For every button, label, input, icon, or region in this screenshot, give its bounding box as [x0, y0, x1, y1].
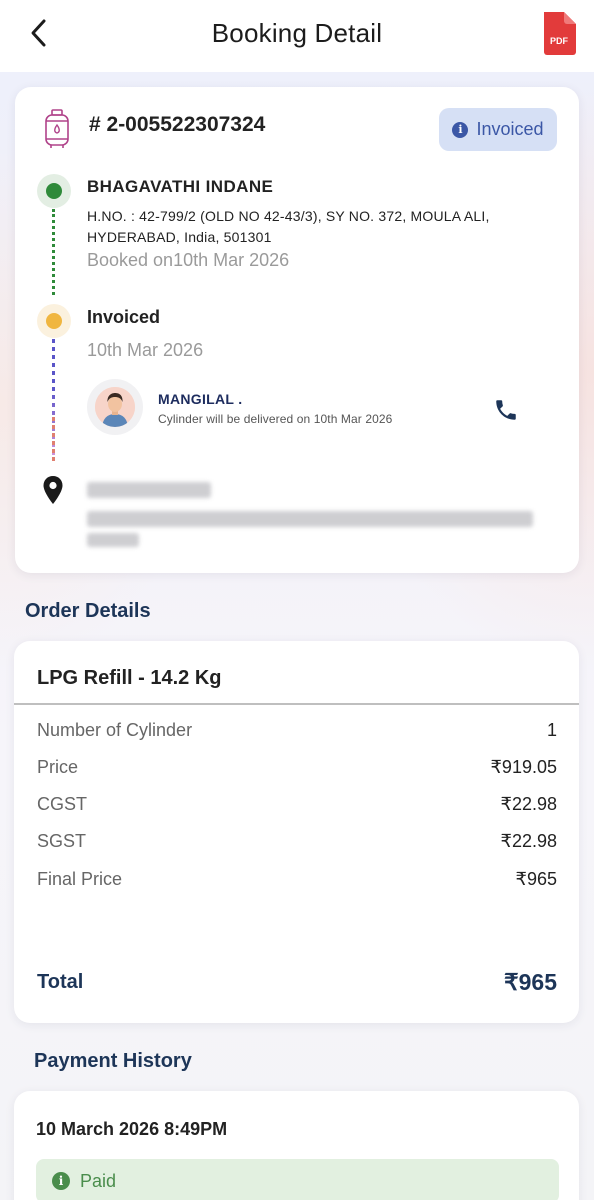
product-name: LPG Refill - 14.2 Kg — [37, 667, 222, 689]
total-value: ₹965 — [503, 969, 557, 995]
redacted-customer-name — [87, 482, 211, 498]
pdf-label: PDF — [550, 36, 569, 46]
row-label-final-price: Final Price — [37, 869, 123, 889]
payment-date: 10 March 2026 8:49PM — [36, 1119, 228, 1139]
booking-id: # 2-005522307324 — [89, 113, 266, 136]
row-label-price: Price — [37, 757, 79, 777]
pdf-download-button[interactable]: PDF — [540, 10, 578, 56]
delivery-note: Cylinder will be delivered on 10th Mar 2… — [158, 412, 393, 426]
timeline-connector-orange — [52, 417, 55, 461]
order-details-card: LPG Refill - 14.2 Kg Number of Cylinder … — [14, 641, 579, 1023]
order-details-heading: Order Details — [25, 600, 151, 622]
booked-on-date: Booked on10th Mar 2026 — [87, 250, 290, 270]
timeline-node-invoiced — [37, 304, 71, 338]
status-badge-label: Invoiced — [476, 119, 544, 139]
row-value-price: ₹919.05 — [490, 757, 557, 777]
redacted-customer-address-line-1 — [87, 511, 533, 527]
person-icon — [95, 387, 135, 427]
row-value-final-price: ₹965 — [515, 869, 557, 889]
gas-cylinder-icon — [45, 109, 69, 148]
timeline-node-booked — [37, 174, 71, 208]
info-icon: i — [52, 1172, 70, 1190]
driver-name: MANGILAL . — [158, 391, 243, 407]
row-label-cylinders: Number of Cylinder — [37, 720, 193, 740]
row-label-sgst: SGST — [37, 831, 87, 851]
payment-history-card: 10 March 2026 8:49PM i Paid — [14, 1091, 579, 1200]
total-label: Total — [37, 971, 84, 993]
status-badge: i Invoiced — [439, 108, 557, 151]
payment-history-heading: Payment History — [34, 1050, 192, 1072]
payment-status-badge: i Paid — [36, 1159, 559, 1200]
booking-card: # 2-005522307324 i Invoiced BHAGAVATHI I… — [15, 87, 579, 573]
page-title: Booking Detail — [211, 18, 383, 48]
distributor-address: H.NO. : 42-799/2 (OLD NO 42-43/3), SY NO… — [87, 208, 490, 245]
driver-avatar — [87, 379, 143, 435]
redacted-customer-address-line-2 — [87, 533, 139, 547]
distributor-name: BHAGAVATHI INDANE — [87, 177, 274, 196]
row-label-cgst: CGST — [37, 794, 88, 814]
pdf-icon: PDF — [544, 12, 576, 55]
location-pin-icon — [43, 476, 63, 504]
divider — [14, 703, 579, 705]
timeline-step-label: Invoiced — [87, 307, 161, 327]
row-value-sgst: ₹22.98 — [500, 831, 558, 851]
app-header: Booking Detail PDF — [0, 0, 594, 72]
timeline-connector-green — [52, 209, 55, 295]
phone-icon — [496, 400, 516, 420]
row-value-cylinders: 1 — [546, 720, 557, 740]
timeline-step-date: 10th Mar 2026 — [87, 340, 204, 360]
payment-status-label: Paid — [80, 1170, 117, 1191]
row-value-cgst: ₹22.98 — [500, 794, 558, 814]
info-icon: i — [452, 121, 469, 138]
call-button[interactable] — [493, 397, 519, 423]
